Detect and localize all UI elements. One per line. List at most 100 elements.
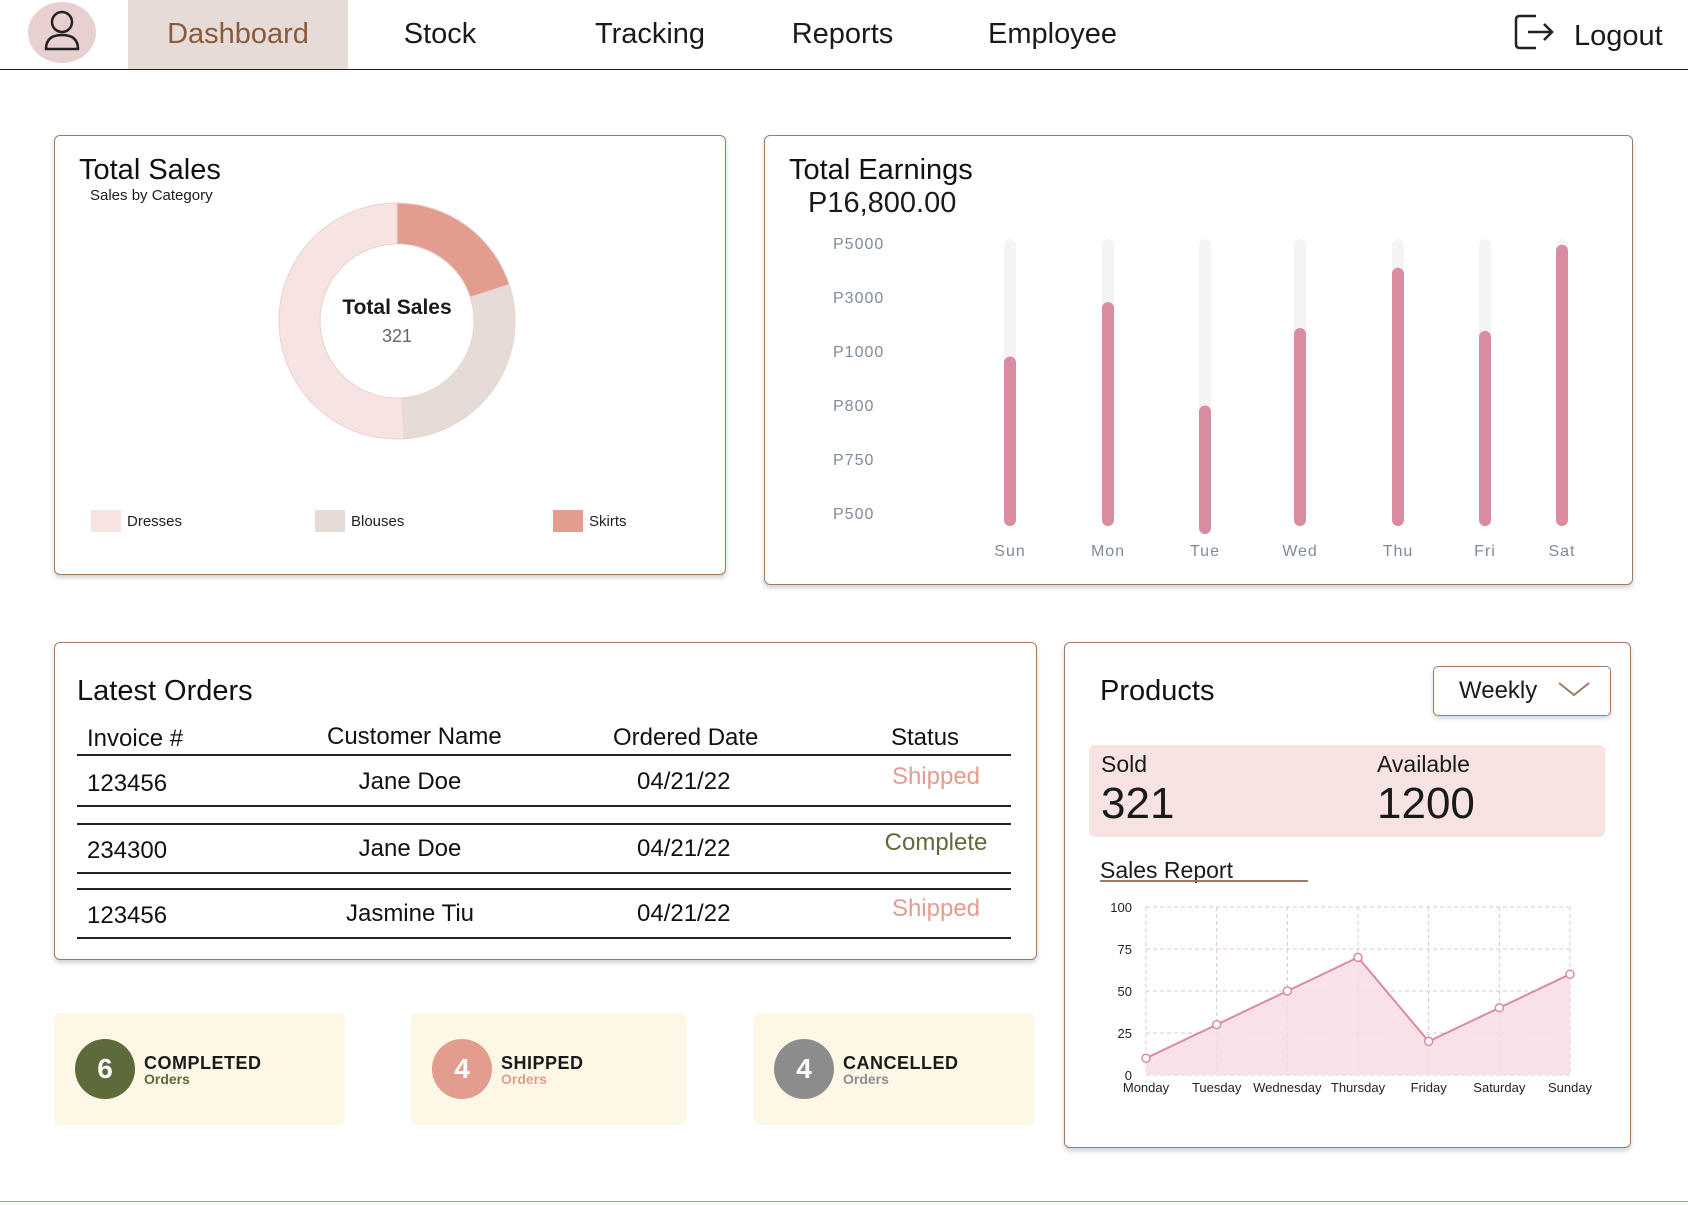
legend-label: Skirts <box>589 512 627 530</box>
y-tick-label: P3000 <box>833 290 884 307</box>
legend-swatch <box>553 510 583 532</box>
shipped-orders-tile[interactable]: 4 SHIPPED Orders <box>411 1013 686 1125</box>
legend-label: Dresses <box>127 512 183 530</box>
nav-label: Stock <box>403 18 477 50</box>
bar-sat <box>1556 244 1568 526</box>
x-tick-label: Fri <box>1474 543 1496 560</box>
date-cell: 04/21/22 <box>637 835 731 862</box>
logout-icon <box>1512 10 1556 62</box>
nav-stock[interactable]: Stock <box>370 0 510 69</box>
user-icon <box>43 9 81 56</box>
completed-orders-tile[interactable]: 6 COMPLETED Orders <box>54 1013 345 1125</box>
date-cell: 04/21/22 <box>637 768 731 795</box>
nav-dashboard[interactable]: Dashboard <box>128 0 348 69</box>
earnings-bar-chart: P5000 P3000 P1000 P800 P750 P500 Sun Mon Tue Wed T… <box>833 236 1575 560</box>
row-divider <box>77 872 1011 874</box>
data-point <box>1494 1003 1505 1013</box>
nav-label: Employee <box>988 18 1117 50</box>
column-header-date: Ordered Date <box>613 724 759 751</box>
data-point <box>1211 1019 1222 1030</box>
status-badge: Shipped <box>891 763 981 790</box>
x-tick-label: Mon <box>1091 543 1125 560</box>
completed-count: 6 <box>75 1039 135 1099</box>
donut-center-label: Total Sales <box>342 296 452 319</box>
latest-orders-card: Latest Orders Invoice # Customer Name Or… <box>54 642 1037 960</box>
bar-tue <box>1199 405 1211 534</box>
nav-tracking[interactable]: Tracking <box>570 0 730 69</box>
y-tick-label: P500 <box>833 506 874 523</box>
bar-thu <box>1392 267 1404 526</box>
y-tick-label: 75 <box>1118 942 1132 957</box>
bar-sun <box>1004 356 1016 526</box>
bar-fri <box>1479 330 1491 526</box>
shipped-sub: Orders <box>501 1071 547 1087</box>
logout-label: Logout <box>1574 19 1663 52</box>
y-tick-label: 25 <box>1118 1026 1132 1041</box>
legend-dresses: Dresses <box>91 510 182 532</box>
total-sales-title: Total Sales <box>79 154 221 186</box>
nav-label: Reports <box>791 18 894 50</box>
y-tick-label: 50 <box>1118 984 1132 999</box>
customer-cell: Jasmine Tiu <box>345 900 475 927</box>
x-tick-label: Tue <box>1190 543 1220 560</box>
donut-center-value: 321 <box>381 326 413 346</box>
x-tick-label: Friday <box>1411 1080 1448 1095</box>
nav-label: Dashboard <box>167 18 309 50</box>
nav-reports[interactable]: Reports <box>770 0 915 69</box>
x-tick-label: Sun <box>994 543 1025 560</box>
bar-mon <box>1102 302 1114 526</box>
row-divider <box>77 937 1011 939</box>
status-badge: Complete <box>884 829 988 856</box>
legend-skirts: Skirts <box>553 510 627 532</box>
area-fill <box>1146 957 1570 1075</box>
x-tick-label: Sat <box>1548 543 1575 560</box>
y-tick-label: P800 <box>833 398 874 415</box>
shipped-count: 4 <box>432 1039 492 1099</box>
y-tick-label: P5000 <box>833 236 884 253</box>
customer-cell: Jane Doe <box>358 835 462 862</box>
row-divider <box>77 823 1011 825</box>
bar-wed <box>1294 327 1306 526</box>
invoice-cell: 123456 <box>87 770 168 797</box>
data-point <box>1282 986 1293 996</box>
x-tick-label: Thursday <box>1331 1080 1386 1095</box>
logout-button[interactable]: Logout <box>1512 14 1663 58</box>
cancelled-sub: Orders <box>843 1071 889 1087</box>
data-point <box>1353 952 1363 963</box>
legend-swatch <box>315 510 345 532</box>
status-badge: Shipped <box>891 895 981 922</box>
donut-slice-skirts <box>396 202 510 298</box>
x-tick-label: Tuesday <box>1192 1080 1242 1095</box>
top-nav: Dashboard Stock Tracking Reports Employe… <box>0 0 1688 70</box>
y-tick-label: 100 <box>1110 900 1132 915</box>
date-cell: 04/21/22 <box>637 900 731 927</box>
x-tick-label: Wednesday <box>1253 1080 1322 1095</box>
x-tick-label: Saturday <box>1473 1080 1526 1095</box>
column-header-invoice: Invoice # <box>87 725 184 752</box>
legend-swatch <box>91 510 121 532</box>
customer-cell: Jane Doe <box>358 768 462 795</box>
row-divider <box>77 888 1011 890</box>
x-tick-label: Thu <box>1383 543 1414 560</box>
column-header-status: Status <box>891 724 960 751</box>
legend-blouses: Blouses <box>315 510 404 532</box>
completed-sub: Orders <box>144 1071 190 1087</box>
sales-report-chart: 0255075100Monday Tuesday Wednesday Thursday… <box>1110 900 1593 1095</box>
latest-orders-title: Latest Orders <box>77 675 253 707</box>
avatar[interactable] <box>28 2 96 63</box>
invoice-cell: 123456 <box>87 902 168 929</box>
nav-employee[interactable]: Employee <box>970 0 1135 69</box>
y-tick-label: P750 <box>833 452 874 469</box>
invoice-cell: 234300 <box>87 837 168 864</box>
data-point <box>1423 1036 1434 1047</box>
donut-slice-dresses <box>278 202 405 440</box>
nav-label: Tracking <box>594 18 706 50</box>
x-tick-label: Sunday <box>1548 1080 1593 1095</box>
data-point <box>1565 969 1575 979</box>
total-earnings-card: Total Earnings P16,800.00 P5000 P3000 P100… <box>764 135 1633 585</box>
page-bottom-border <box>0 1201 1688 1202</box>
header-divider <box>77 754 1011 756</box>
cancelled-orders-tile[interactable]: 4 CANCELLED Orders <box>754 1013 1035 1125</box>
sales-donut-chart <box>278 202 516 440</box>
column-header-customer: Customer Name <box>327 723 502 750</box>
